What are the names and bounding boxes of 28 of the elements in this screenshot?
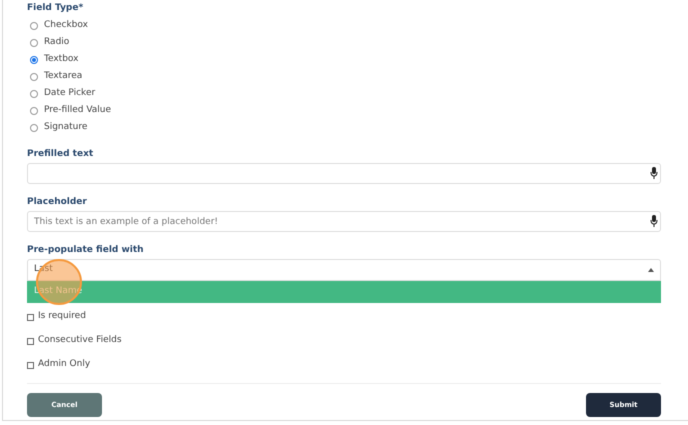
radio-button[interactable] (30, 56, 38, 64)
radio-button[interactable] (30, 22, 38, 30)
radio-button[interactable] (30, 106, 38, 114)
field-label: Field Type* (27, 4, 84, 13)
microphone-icon[interactable] (650, 215, 658, 227)
microphone-icon[interactable] (650, 167, 658, 179)
radio-label: Signature (44, 120, 88, 134)
checkbox-label: Is required (38, 310, 86, 324)
radio-label: Checkbox (44, 18, 88, 32)
text-field[interactable]: This text is an example of a placeholder! (27, 211, 661, 232)
radio-label: Date Picker (44, 86, 96, 100)
field-label: Placeholder (27, 198, 88, 207)
radio-button[interactable] (30, 124, 38, 132)
radio-label: Radio (44, 36, 70, 49)
radio-label: Textbox (44, 52, 78, 66)
checkbox[interactable] (27, 314, 34, 320)
radio-button[interactable] (30, 90, 38, 98)
radio-button[interactable] (30, 72, 38, 80)
checkbox-label: Admin Only (38, 358, 90, 372)
checkbox[interactable] (27, 362, 34, 368)
radio-label: Textarea (44, 70, 82, 83)
field-label: Pre-populate field with (27, 246, 145, 255)
field-label: Prefilled text (27, 150, 94, 159)
radio-button[interactable] (30, 38, 38, 46)
text-field[interactable] (27, 163, 661, 184)
radio-label: Pre-filled Value (44, 104, 112, 117)
checkbox-label: Consecutive Fields (38, 334, 122, 348)
checkbox[interactable] (27, 338, 34, 344)
